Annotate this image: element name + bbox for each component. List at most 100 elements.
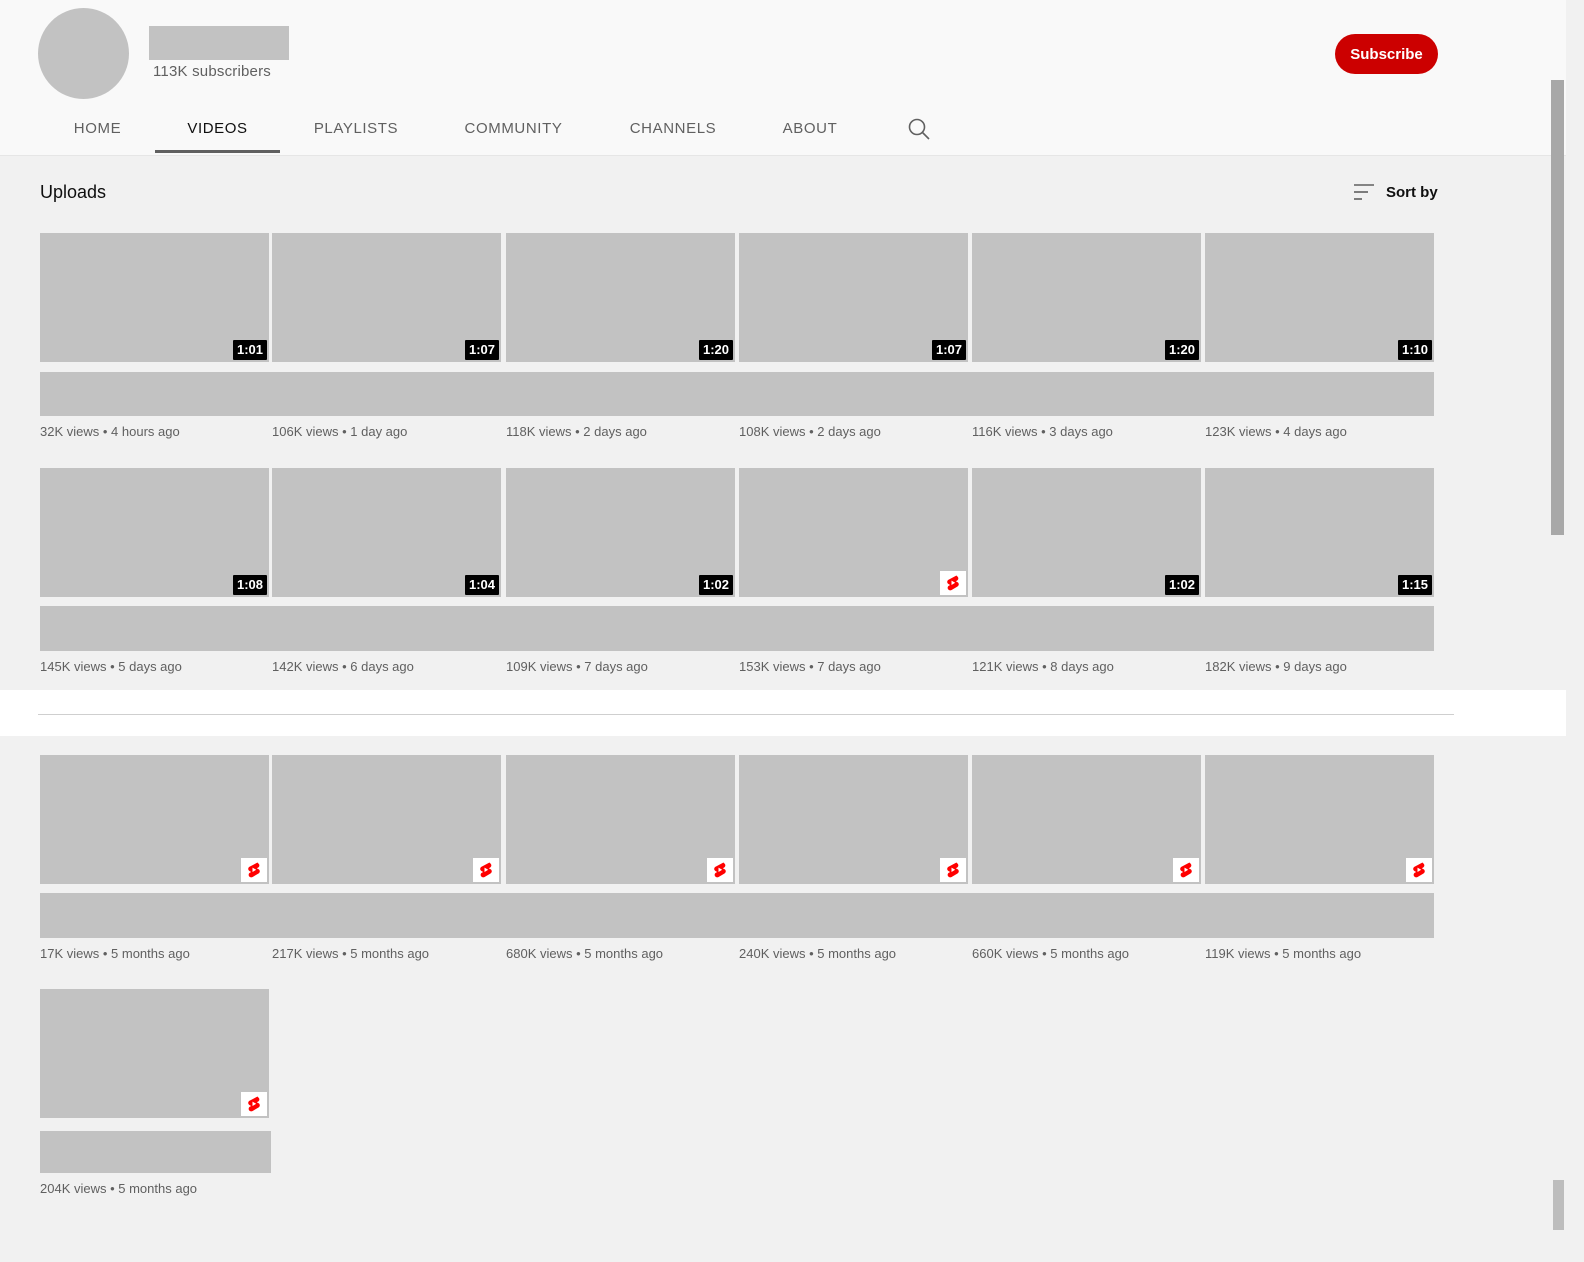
video-titles-placeholder (40, 893, 1434, 938)
video-thumbnail[interactable]: 1:20 (506, 233, 735, 362)
meta-separator: • (1270, 946, 1283, 961)
video-views: 142K views (272, 659, 339, 674)
video-meta: 204K views • 5 months ago (40, 1181, 197, 1196)
shorts-icon (940, 571, 966, 595)
video-thumbnail[interactable]: 1:02 (972, 468, 1201, 597)
video-views: 17K views (40, 946, 100, 961)
video-meta: 121K views • 8 days ago (972, 659, 1114, 674)
meta-separator: • (106, 659, 119, 674)
channel-avatar[interactable] (38, 8, 129, 99)
shorts-icon (940, 858, 966, 882)
video-thumbnail[interactable]: 1:07 (739, 233, 968, 362)
tab-about[interactable]: ABOUT (770, 100, 850, 153)
video-thumbnail[interactable]: 1:01 (40, 233, 269, 362)
video-thumbnail[interactable]: 1:15 (1205, 468, 1434, 597)
video-meta: 32K views • 4 hours ago (40, 424, 180, 439)
video-age: 6 days ago (350, 659, 414, 674)
video-duration: 1:07 (464, 340, 499, 360)
video-duration: 1:01 (232, 340, 267, 360)
video-meta: 118K views • 2 days ago (506, 424, 647, 439)
shorts-icon (241, 858, 267, 882)
subscribe-button[interactable]: Subscribe (1335, 34, 1438, 74)
video-meta: 680K views • 5 months ago (506, 946, 663, 961)
video-age: 3 days ago (1049, 424, 1113, 439)
video-meta: 182K views • 9 days ago (1205, 659, 1347, 674)
video-titles-placeholder (40, 372, 1434, 416)
video-age: 4 hours ago (111, 424, 180, 439)
scrollbar-thumb[interactable] (1551, 80, 1564, 535)
video-meta: 142K views • 6 days ago (272, 659, 414, 674)
meta-separator: • (1271, 424, 1284, 439)
video-views: 118K views (506, 424, 572, 439)
video-thumbnail[interactable] (272, 755, 501, 884)
video-thumbnail[interactable] (739, 755, 968, 884)
video-age: 5 months ago (1050, 946, 1130, 961)
video-age: 7 days ago (817, 659, 881, 674)
shorts-icon (473, 858, 499, 882)
video-age: 5 months ago (350, 946, 430, 961)
video-thumbnail[interactable] (1205, 755, 1434, 884)
meta-separator: • (338, 424, 351, 439)
video-duration: 1:08 (232, 575, 267, 595)
meta-separator: • (805, 424, 818, 439)
video-thumbnail[interactable]: 1:02 (506, 468, 735, 597)
shorts-icon (241, 1092, 267, 1116)
video-thumbnail[interactable]: 1:10 (1205, 233, 1434, 362)
video-age: 5 months ago (584, 946, 664, 961)
scrollbar[interactable] (1566, 0, 1584, 1262)
meta-separator: • (99, 946, 112, 961)
video-meta: 240K views • 5 months ago (739, 946, 896, 961)
video-thumbnail[interactable]: 1:20 (972, 233, 1201, 362)
section-divider (38, 714, 1454, 715)
tab-videos[interactable]: VIDEOS (155, 100, 280, 153)
video-meta: 123K views • 4 days ago (1205, 424, 1347, 439)
video-duration: 1:15 (1397, 575, 1432, 595)
video-meta: 106K views • 1 day ago (272, 424, 407, 439)
video-thumbnail[interactable] (40, 989, 269, 1118)
channel-tabs: HOME VIDEOS PLAYLISTS COMMUNITY CHANNELS… (0, 100, 1000, 155)
sort-icon (1354, 184, 1374, 200)
channel-name-placeholder (149, 26, 289, 60)
video-duration: 1:20 (698, 340, 733, 360)
video-views: 119K views (1205, 946, 1271, 961)
video-age: 9 days ago (1283, 659, 1347, 674)
section-title: Uploads (40, 182, 107, 202)
video-views: 32K views (40, 424, 100, 439)
meta-separator: • (1037, 424, 1050, 439)
video-views: 106K views (272, 424, 339, 439)
video-thumbnail[interactable] (506, 755, 735, 884)
video-views: 109K views (506, 659, 573, 674)
video-titles-placeholder (40, 606, 1434, 651)
sort-label: Sort by (1386, 184, 1438, 201)
meta-separator: • (338, 946, 351, 961)
search-icon[interactable] (906, 116, 932, 142)
video-age: 5 months ago (111, 946, 190, 961)
video-thumbnail[interactable] (40, 755, 269, 884)
meta-separator: • (1271, 659, 1284, 674)
video-duration: 1:10 (1397, 340, 1432, 360)
video-thumbnail[interactable] (739, 468, 968, 597)
video-meta: 153K views • 7 days ago (739, 659, 881, 674)
video-thumbnail[interactable]: 1:07 (272, 233, 501, 362)
video-thumbnail[interactable] (972, 755, 1201, 884)
video-views: 153K views (739, 659, 806, 674)
video-views: 145K views (40, 659, 107, 674)
tab-playlists[interactable]: PLAYLISTS (300, 100, 412, 153)
video-views: 182K views (1205, 659, 1272, 674)
video-views: 116K views (972, 424, 1038, 439)
video-titles-placeholder (40, 1131, 271, 1173)
video-thumbnail[interactable]: 1:08 (40, 468, 269, 597)
video-meta: 109K views • 7 days ago (506, 659, 648, 674)
tab-community[interactable]: COMMUNITY (450, 100, 577, 153)
video-thumbnail[interactable]: 1:04 (272, 468, 501, 597)
video-views: 240K views (739, 946, 806, 961)
video-meta: 119K views • 5 months ago (1205, 946, 1361, 961)
video-views: 121K views (972, 659, 1039, 674)
video-meta: 17K views • 5 months ago (40, 946, 190, 961)
tab-channels[interactable]: CHANNELS (615, 100, 731, 153)
video-age: 4 days ago (1283, 424, 1347, 439)
tab-home[interactable]: HOME (60, 100, 135, 153)
scrollbar-thumb-lower[interactable] (1553, 1180, 1564, 1230)
video-age: 5 months ago (1282, 946, 1362, 961)
meta-separator: • (572, 946, 585, 961)
